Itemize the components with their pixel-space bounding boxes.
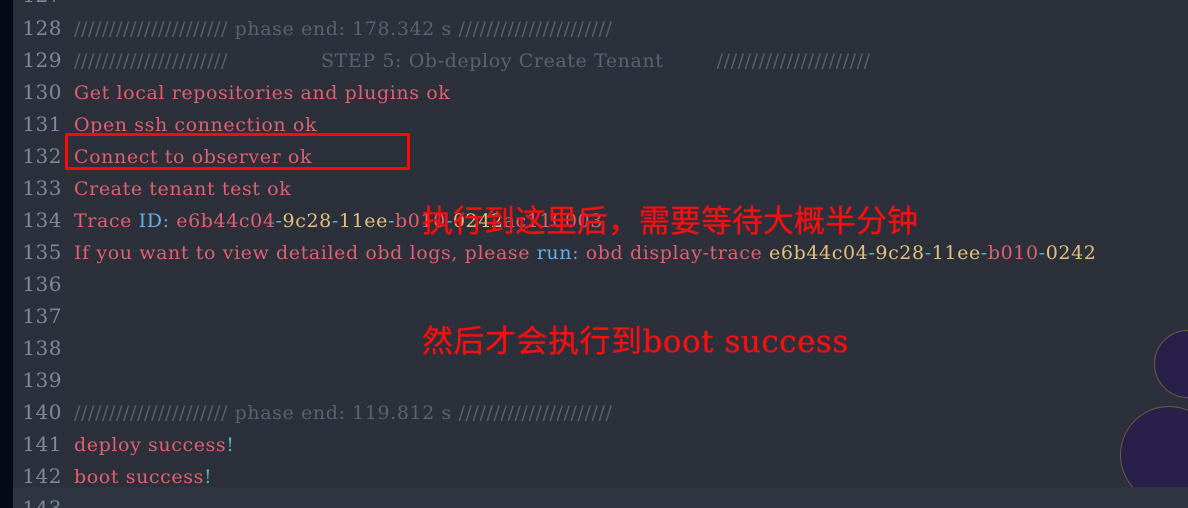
log-token: //////////////////////	[74, 18, 235, 40]
log-token: -	[387, 210, 395, 232]
annotation-note: 执行到这里后，需要等待大概半分钟 然后才会执行到boot success	[422, 122, 918, 442]
log-token: 0242	[1045, 242, 1097, 264]
log-token: :	[162, 210, 177, 232]
log-line[interactable]: 129////////////////////// STEP 5: Ob-dep…	[0, 44, 1188, 76]
log-line[interactable]: 128////////////////////// phase end: 178…	[0, 12, 1188, 44]
log-token: //////////////////////	[451, 18, 613, 40]
log-token: !	[203, 466, 213, 488]
log-token: -	[275, 210, 283, 232]
log-token: STEP 5: Ob-deploy Create Tenant	[228, 50, 664, 72]
terminal-screen: 127128////////////////////// phase end: …	[0, 0, 1188, 508]
left-edge-rail	[0, 0, 13, 508]
annotation-note-line-1: 执行到这里后，需要等待大概半分钟	[422, 204, 918, 240]
log-token: 11ee	[931, 242, 981, 264]
log-token: -	[980, 242, 988, 264]
log-token: Get local repositories and plugins ok	[74, 82, 451, 104]
log-line[interactable]: 130 Get local repositories and plugins ok	[0, 76, 1188, 108]
log-token: Connect to observer ok	[74, 146, 313, 168]
log-token: //////////////////////	[663, 50, 871, 72]
log-token: e6b44c04	[176, 210, 276, 232]
annotation-note-line-2: 然后才会执行到boot success	[422, 324, 849, 360]
log-token: phase end: 119.812 s	[234, 402, 452, 424]
log-token: -	[331, 210, 339, 232]
log-token: ID	[138, 210, 163, 232]
log-token: //////////////////////	[74, 402, 235, 424]
log-token: Trace	[74, 210, 139, 232]
log-line-text: ////////////////////// STEP 5: Ob-deploy…	[74, 45, 1188, 77]
log-token: phase end: 178.342 s	[234, 18, 452, 40]
log-token: boot success	[74, 466, 204, 488]
log-line[interactable]: 143	[0, 492, 1188, 508]
log-line[interactable]: 142 boot success!	[0, 460, 1188, 492]
log-token: b010	[987, 242, 1039, 264]
log-token: -	[1038, 242, 1046, 264]
log-token: //////////////////////	[74, 50, 229, 72]
log-token: Create tenant test ok	[74, 178, 292, 200]
log-token: deploy success	[74, 434, 227, 456]
log-line-text: ////////////////////// phase end: 178.34…	[74, 13, 1188, 45]
log-token: !	[226, 434, 235, 456]
log-line-text: Get local repositories and plugins ok	[74, 77, 1188, 109]
log-line-text: boot success!	[74, 461, 1188, 493]
log-token: -	[924, 242, 932, 264]
log-token: 9c28	[282, 210, 332, 232]
log-token: 11ee	[338, 210, 388, 232]
log-token: Open ssh connection ok	[74, 114, 318, 136]
log-line[interactable]: 127	[0, 0, 1188, 12]
